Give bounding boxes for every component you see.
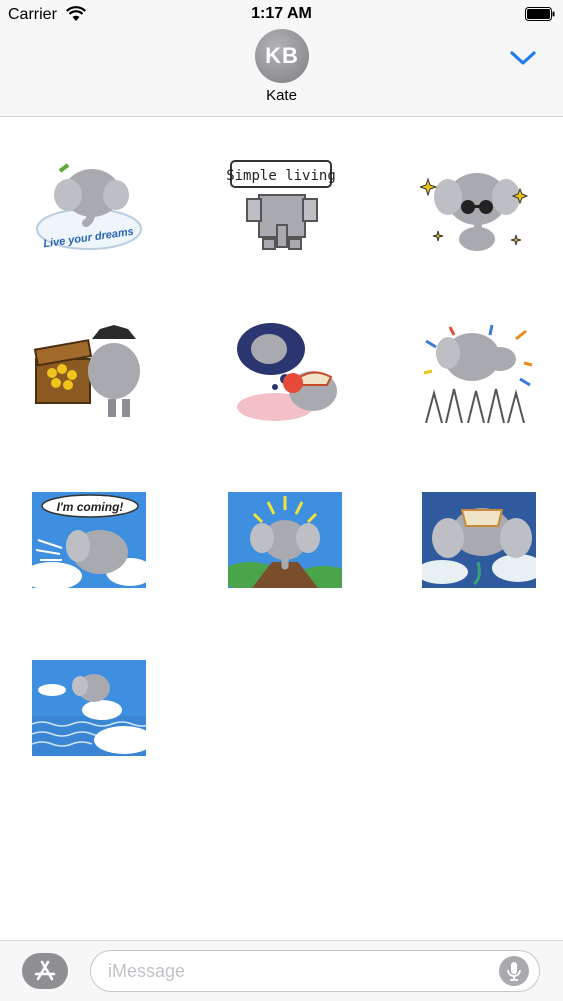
message-placeholder: iMessage [108, 961, 186, 981]
avatar[interactable]: KB [255, 29, 309, 83]
sticker-dream-cloud[interactable]: Live your dreams [32, 159, 146, 259]
sticker-caption: Simple living [226, 168, 336, 184]
message-input-bar: iMessage [0, 940, 563, 1001]
sticker-pirate-treasure[interactable] [32, 323, 146, 423]
message-input[interactable]: iMessage [90, 950, 540, 992]
sticker-pixel-elephant[interactable]: Simple living [225, 159, 339, 259]
app-store-icon [34, 960, 56, 981]
sticker-caption: I'm coming! [57, 500, 124, 514]
sticker-parachute-elephant[interactable] [416, 492, 544, 588]
sticker-mountain-elephant[interactable] [220, 492, 352, 590]
sticker-sunglasses-elephant[interactable] [418, 159, 534, 259]
contact-name[interactable]: Kate [0, 87, 563, 104]
status-time: 1:17 AM [251, 5, 312, 22]
battery-icon [525, 7, 555, 21]
chevron-down-icon[interactable] [509, 48, 537, 68]
microphone-icon [507, 962, 521, 981]
microphone-button[interactable] [499, 956, 529, 986]
sticker-sea-elephant[interactable] [31, 660, 154, 756]
conversation-header: KB Kate [0, 28, 563, 117]
sticker-flying-elephant[interactable]: I'm coming! [22, 492, 154, 590]
app-store-button[interactable] [22, 953, 68, 989]
status-bar: Carrier 1:17 AM [0, 0, 563, 28]
sticker-crowd-surf[interactable] [420, 323, 534, 424]
sticker-dreaming-elephant[interactable] [235, 323, 349, 423]
